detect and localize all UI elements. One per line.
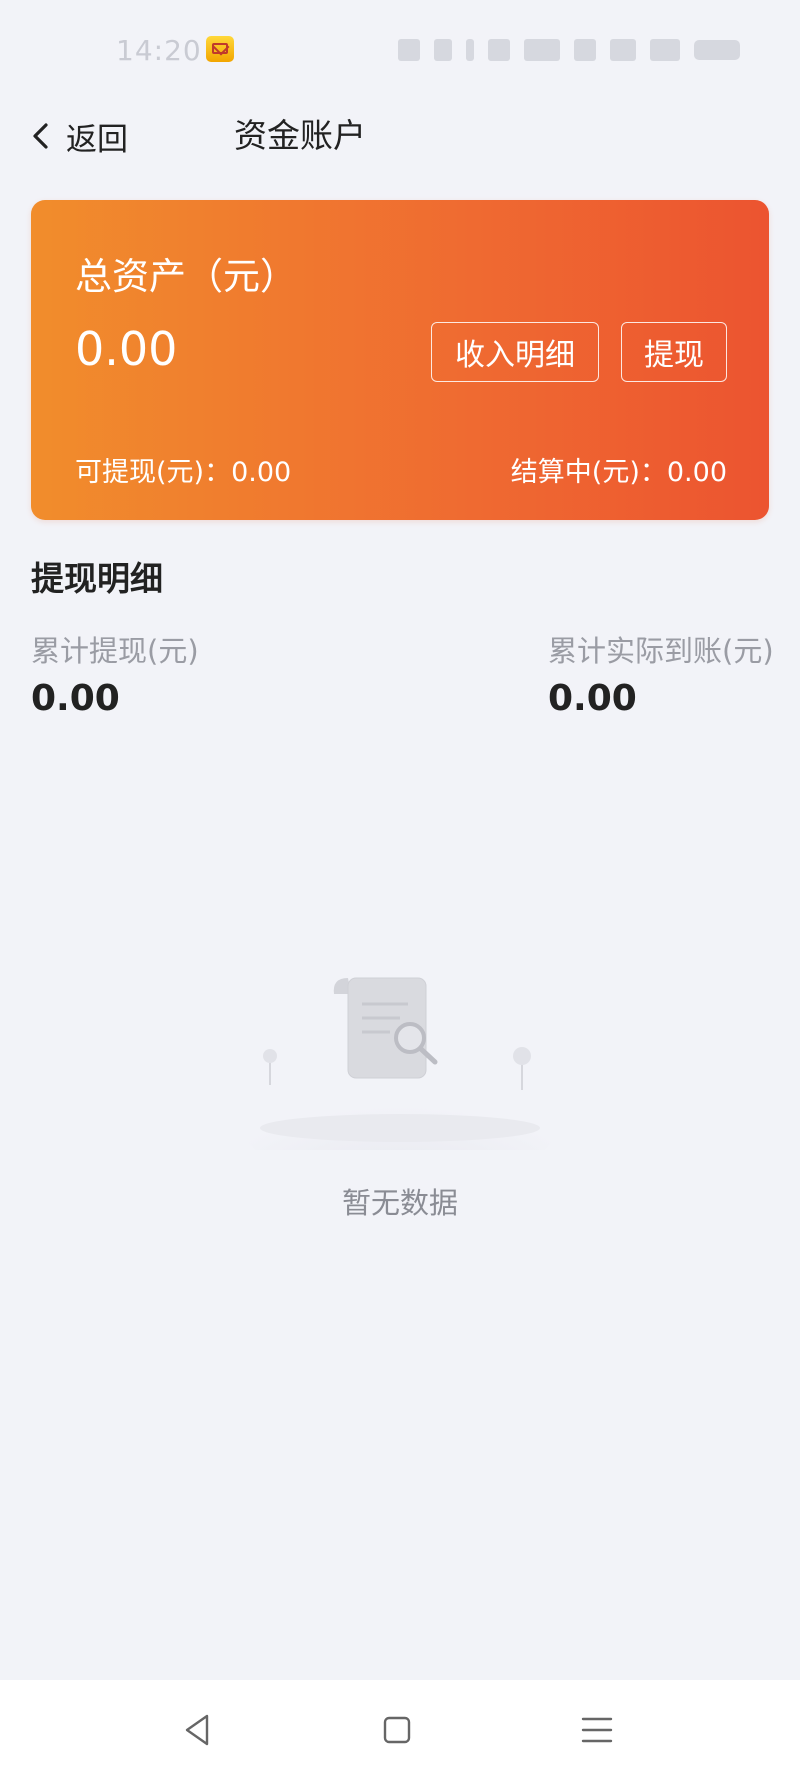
page-title: 资金账户 (234, 116, 366, 155)
back-button[interactable]: 返回 (26, 114, 128, 158)
total-withdrawn-label: 累计提现(元) (31, 634, 199, 668)
system-navigation-bar (0, 1680, 800, 1778)
sim-icon (610, 39, 636, 61)
three-line-menu-icon[interactable] (575, 1708, 619, 1752)
mail-notification-icon (206, 36, 234, 62)
total-assets-card: 总资产（元） 0.00 收入明细 提现 可提现(元)：0.00 结算中(元)：0… (31, 200, 769, 520)
empty-state-text: 暂无数据 (341, 1186, 458, 1220)
signal-icon (650, 39, 680, 61)
back-label: 返回 (66, 121, 128, 158)
withdraw-button[interactable]: 提现 (621, 322, 727, 382)
income-detail-button[interactable]: 收入明细 (431, 322, 599, 382)
total-assets-amount: 0.00 (75, 322, 178, 376)
total-withdrawn-value: 0.00 (31, 678, 120, 719)
battery-icon (694, 40, 740, 60)
available-withdraw-value: 0.00 (231, 457, 292, 488)
available-withdraw-row: 可提现(元)：0.00 (75, 450, 291, 489)
wifi-icon (574, 39, 596, 61)
status-time: 14:20 (116, 34, 202, 67)
bluetooth-icon (466, 39, 474, 61)
settling-row: 结算中(元)：0.00 (511, 450, 727, 489)
empty-document-search-icon (240, 977, 560, 1150)
total-received-value: 0.00 (548, 678, 637, 719)
total-received-stat: 累计实际到账(元) 0.00 (548, 628, 774, 719)
withdraw-details-title: 提现明细 (31, 559, 163, 598)
location-icon (488, 39, 510, 61)
app-notification-icon (434, 39, 452, 61)
notification-icon (398, 39, 420, 61)
navigation-bar: 返回 资金账户 (0, 96, 800, 176)
total-withdrawn-stat: 累计提现(元) 0.00 (31, 628, 199, 719)
total-received-label: 累计实际到账(元) (548, 634, 774, 668)
chevron-left-icon (33, 123, 48, 149)
status-icons (398, 36, 740, 64)
settling-value: 0.00 (666, 457, 727, 488)
total-assets-title: 总资产（元） (75, 255, 297, 298)
triangle-back-icon[interactable] (175, 1708, 219, 1752)
available-withdraw-label: 可提现(元)： (75, 457, 232, 488)
status-bar: 14:20 (0, 0, 800, 96)
network-speed-icon (524, 39, 560, 61)
settling-label: 结算中(元)： (510, 457, 667, 488)
square-home-icon[interactable] (375, 1708, 419, 1752)
